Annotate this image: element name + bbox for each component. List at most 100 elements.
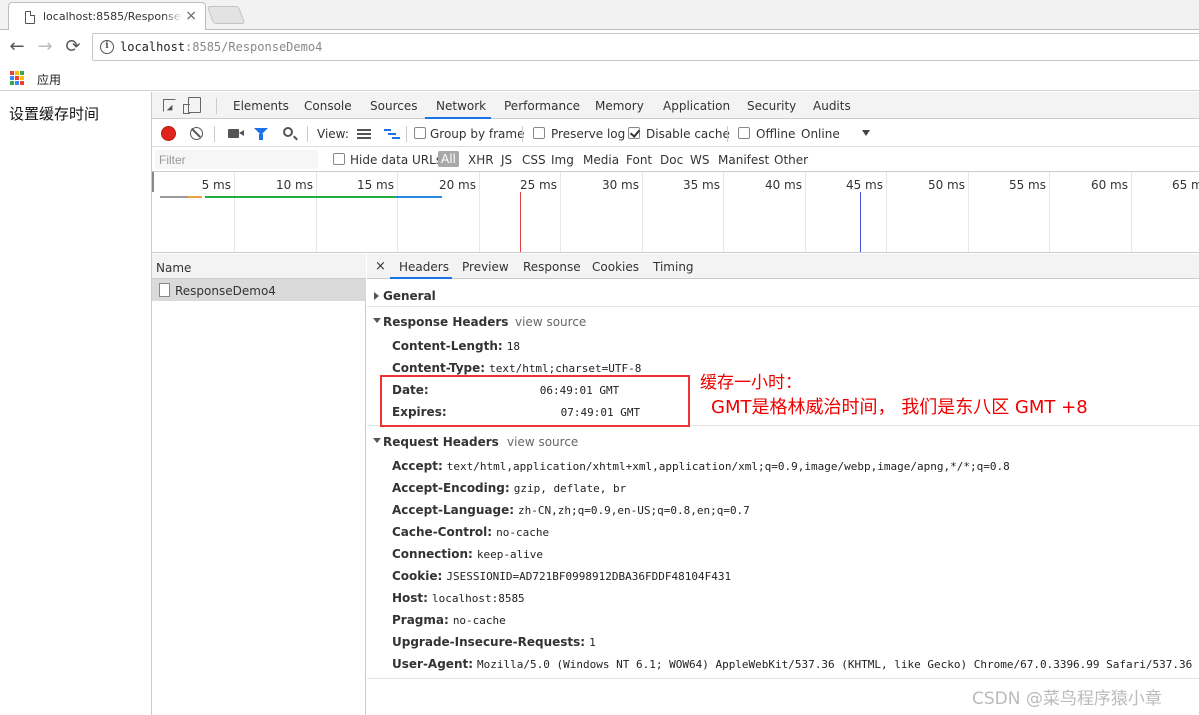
timeline-selection-handle[interactable]	[152, 172, 154, 192]
request-header-row: Cookie: JSESSIONID=AD721BF0998912DBA36FDD…	[392, 569, 732, 583]
tab-close-icon[interactable]: ×	[185, 9, 197, 23]
request-header-row: User-Agent: Mozilla/5.0 (Windows NT 6.1; …	[392, 657, 1193, 671]
tab-console[interactable]: Console	[304, 99, 352, 113]
filter-input[interactable]	[155, 150, 318, 169]
network-toolbar: View: Group by frame Preserve log Disabl…	[152, 120, 1199, 147]
device-toolbar-icon[interactable]	[183, 97, 201, 114]
response-header-row: Content-Length: 18	[392, 339, 520, 353]
filter-type-img[interactable]: Img	[551, 153, 574, 167]
timeline-bar-waiting	[205, 196, 395, 198]
info-icon[interactable]: i	[100, 40, 114, 54]
name-column-header[interactable]: Name	[152, 254, 366, 279]
timeline-tick-label: 10 ms	[275, 178, 313, 192]
tab-performance[interactable]: Performance	[504, 99, 580, 113]
tab-sources[interactable]: Sources	[370, 99, 417, 113]
response-header-row: Content-Type: text/html;charset=UTF-8	[392, 361, 642, 375]
request-headers-title[interactable]: Request Headers	[383, 435, 499, 449]
tab-application[interactable]: Application	[663, 99, 730, 113]
throttling-select[interactable]: Online	[801, 127, 840, 141]
url-text[interactable]: localhost:8585/ResponseDemo4	[120, 40, 322, 54]
tab-audits[interactable]: Audits	[813, 99, 851, 113]
hide-data-urls-checkbox[interactable]	[333, 153, 345, 165]
domcontentloaded-marker	[860, 192, 861, 252]
collapse-triangle-icon[interactable]	[373, 438, 381, 443]
tab-title: localhost:8585/ResponseDemo4	[43, 10, 183, 23]
file-icon	[159, 283, 170, 297]
network-filter-bar: Hide data URLs All XHR JS CSS Img Media …	[152, 148, 1199, 172]
inspect-element-icon[interactable]	[163, 99, 176, 112]
back-arrow-icon[interactable]: ←	[7, 37, 27, 57]
tab-cookies[interactable]: Cookies	[592, 260, 639, 274]
expand-triangle-icon[interactable]	[374, 292, 379, 300]
filter-type-xhr[interactable]: XHR	[468, 153, 494, 167]
request-header-row: Accept-Language: zh-CN,zh;q=0.9,en-US;q=0…	[392, 503, 750, 517]
address-bar[interactable]: i localhost:8585/ResponseDemo4	[92, 33, 1199, 61]
collapse-triangle-icon[interactable]	[373, 318, 381, 323]
tab-memory[interactable]: Memory	[595, 99, 644, 113]
tab-security[interactable]: Security	[747, 99, 796, 113]
tab-response[interactable]: Response	[523, 260, 581, 274]
network-overview-timeline[interactable]: 5 ms 10 ms 15 ms 20 ms 25 ms 30 ms 35 ms 40 ms 4…	[152, 172, 1199, 253]
large-rows-icon[interactable]	[357, 129, 371, 139]
bookmarks-bar: 应用	[0, 64, 1199, 91]
request-header-row: Accept: text/html,application/xhtml+xml,a…	[392, 459, 1010, 473]
tab-elements[interactable]: Elements	[233, 99, 289, 113]
watermark: CSDN @菜鸟程序猿小章	[972, 689, 1162, 709]
general-section-title[interactable]: General	[383, 289, 436, 303]
filter-icon[interactable]	[254, 128, 268, 140]
response-view-source-link[interactable]: view source	[515, 315, 586, 329]
clear-icon[interactable]	[190, 127, 203, 140]
hide-data-urls-label: Hide data URLs	[350, 153, 443, 167]
forward-arrow-icon[interactable]: →	[35, 37, 55, 57]
timeline-tick-label: 65 ms	[1171, 178, 1199, 192]
timeline-gridline	[234, 172, 235, 252]
disable-cache-checkbox[interactable]	[628, 127, 640, 139]
search-icon[interactable]	[283, 127, 293, 137]
request-view-source-link[interactable]: view source	[507, 435, 578, 449]
filter-type-media[interactable]: Media	[583, 153, 619, 167]
browser-tab[interactable]: localhost:8585/ResponseDemo4 ×	[8, 2, 206, 31]
timeline-tick-label: 40 ms	[764, 178, 802, 192]
tab-network[interactable]: Network	[436, 99, 486, 113]
filter-type-ws[interactable]: WS	[690, 153, 709, 167]
tab-headers[interactable]: Headers	[399, 260, 449, 274]
filter-type-other[interactable]: Other	[774, 153, 808, 167]
tab-timing[interactable]: Timing	[653, 260, 694, 274]
group-by-frame-checkbox[interactable]	[414, 127, 426, 139]
offline-checkbox[interactable]	[738, 127, 750, 139]
chevron-down-icon[interactable]	[862, 130, 870, 136]
timeline-gridline	[723, 172, 724, 252]
new-tab-button[interactable]	[206, 6, 246, 24]
filter-type-doc[interactable]: Doc	[660, 153, 683, 167]
timeline-gridline	[397, 172, 398, 252]
tab-preview[interactable]: Preview	[462, 260, 509, 274]
filter-type-all[interactable]: All	[438, 151, 459, 167]
timeline-tick-label: 55 ms	[1008, 178, 1046, 192]
request-list: Name ResponseDemo4	[152, 254, 366, 715]
timeline-bar-stalled	[160, 196, 188, 198]
group-by-frame-label: Group by frame	[430, 127, 525, 141]
request-name[interactable]: ResponseDemo4	[175, 284, 276, 298]
document-icon	[25, 11, 35, 24]
preserve-log-checkbox[interactable]	[533, 127, 545, 139]
timeline-tick-label: 60 ms	[1090, 178, 1128, 192]
filter-type-js[interactable]: JS	[501, 153, 512, 167]
filter-type-manifest[interactable]: Manifest	[718, 153, 769, 167]
capture-screenshots-icon[interactable]	[228, 129, 244, 138]
record-icon[interactable]	[162, 127, 175, 140]
request-header-row: Host: localhost:8585	[392, 591, 525, 605]
timeline-gridline	[560, 172, 561, 252]
reload-icon[interactable]: ⟳	[63, 37, 83, 57]
filter-type-css[interactable]: CSS	[522, 153, 546, 167]
tab-strip: localhost:8585/ResponseDemo4 ×	[0, 0, 1199, 31]
close-icon[interactable]: ×	[375, 259, 386, 274]
response-headers-title[interactable]: Response Headers	[383, 315, 508, 329]
timeline-tick-label: 5 ms	[201, 178, 231, 192]
timeline-tick-label: 20 ms	[438, 178, 476, 192]
request-row[interactable]: ResponseDemo4	[152, 279, 366, 301]
apps-grid-icon[interactable]	[10, 71, 24, 85]
apps-bookmark[interactable]: 应用	[37, 71, 61, 88]
timeline-tick-label: 15 ms	[356, 178, 394, 192]
overview-waterfall-icon[interactable]	[384, 128, 400, 140]
filter-type-font[interactable]: Font	[626, 153, 652, 167]
